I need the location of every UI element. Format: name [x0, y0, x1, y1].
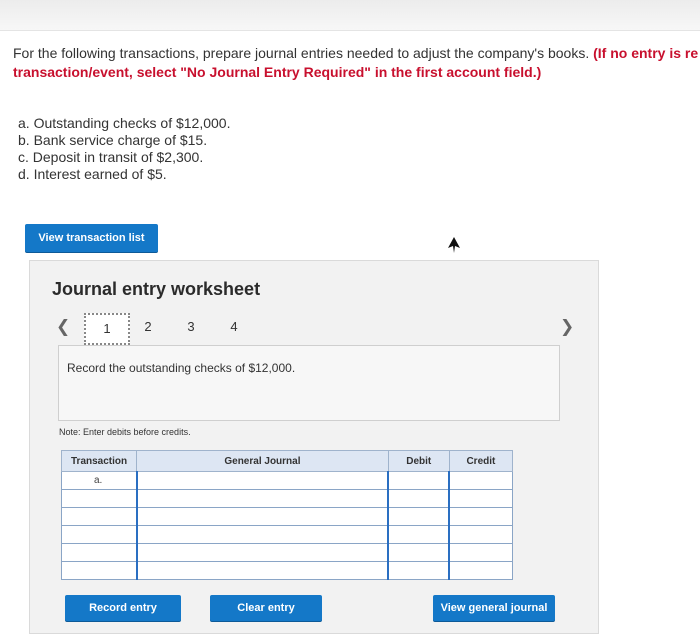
transaction-cell: [60, 543, 138, 562]
account-field[interactable]: [135, 507, 389, 526]
transaction-list: a. Outstanding checks of $12,000. b. Ban…: [18, 115, 230, 183]
chevron-left-icon[interactable]: ❮: [56, 317, 70, 337]
entry-note: Note: Enter debits before credits.: [59, 427, 191, 437]
journal-entry-worksheet: Journal entry worksheet ❮ 1 2 3 4 ❯ Reco…: [29, 260, 599, 634]
top-header-strip: [0, 0, 700, 31]
list-item: c. Deposit in transit of $2,300.: [18, 149, 204, 165]
view-transaction-list-button[interactable]: View transaction list: [25, 224, 158, 252]
page-tab-1[interactable]: 1: [84, 313, 130, 345]
debit-field[interactable]: [387, 561, 450, 580]
page-tab-2[interactable]: 2: [138, 319, 158, 334]
debit-field[interactable]: [387, 471, 450, 490]
credit-field[interactable]: [448, 507, 514, 526]
debit-field[interactable]: [387, 543, 450, 562]
worksheet-title: Journal entry worksheet: [52, 279, 261, 299]
table-row: [60, 525, 514, 544]
list-item: a. Outstanding checks of $12,000.: [18, 115, 231, 131]
view-general-journal-button[interactable]: View general journal: [433, 595, 555, 621]
list-item: d. Interest earned of $5.: [18, 166, 167, 182]
transaction-cell: [60, 507, 138, 526]
credit-field[interactable]: [448, 561, 514, 580]
list-item: b. Bank service charge of $15.: [18, 132, 208, 148]
table-row: [60, 543, 514, 562]
debit-field[interactable]: [387, 489, 450, 508]
account-field[interactable]: [135, 525, 389, 544]
credit-field[interactable]: [448, 525, 514, 544]
entry-prompt-box: Record the outstanding checks of $12,000…: [58, 345, 560, 421]
credit-field[interactable]: [448, 471, 514, 490]
instructions-part-2: (If no entry is re: [589, 45, 699, 61]
table-row: [60, 507, 514, 526]
instructions-part-1: For the following transactions, prepare …: [13, 45, 590, 61]
chevron-right-icon[interactable]: ❯: [560, 317, 574, 337]
transaction-cell: [60, 525, 138, 544]
transaction-cell: a.: [60, 471, 138, 490]
account-field[interactable]: [135, 561, 389, 580]
table-row: a.: [60, 471, 514, 490]
instructions-text: For the following transactions, prepare …: [13, 44, 700, 82]
clear-entry-button[interactable]: Clear entry: [210, 595, 322, 621]
credit-field[interactable]: [448, 543, 514, 562]
account-field[interactable]: [135, 543, 389, 562]
column-header-debit: Debit: [387, 450, 450, 472]
debit-field[interactable]: [387, 507, 450, 526]
instructions-part-3: transaction/event, select "No Journal En…: [13, 64, 542, 80]
mouse-cursor-icon: [448, 237, 460, 253]
entry-prompt: Record the outstanding checks of $12,000…: [67, 361, 296, 375]
column-header-credit: Credit: [448, 450, 514, 472]
page-tab-3[interactable]: 3: [181, 319, 201, 334]
account-field[interactable]: [135, 471, 389, 490]
transaction-cell: [60, 561, 138, 580]
record-entry-button[interactable]: Record entry: [65, 595, 181, 621]
page-tab-4[interactable]: 4: [224, 319, 244, 334]
account-field[interactable]: [135, 489, 389, 508]
column-header-transaction: Transaction: [60, 450, 138, 472]
table-row: [60, 561, 514, 580]
credit-field[interactable]: [448, 489, 514, 508]
journal-table: Transaction General Journal Debit Credit…: [60, 450, 514, 580]
transaction-cell: [60, 489, 138, 508]
debit-field[interactable]: [387, 525, 450, 544]
column-header-general-journal: General Journal: [136, 450, 389, 472]
table-row: [60, 489, 514, 508]
